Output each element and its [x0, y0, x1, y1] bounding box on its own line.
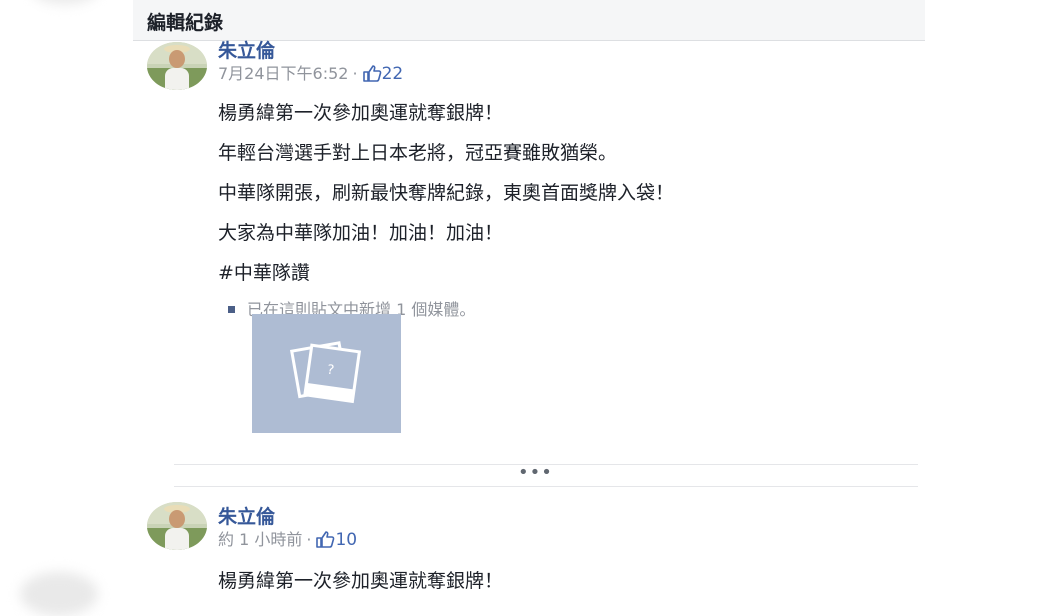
post-meta: 7月24日下午6:52 · 22 [218, 60, 403, 84]
thumbs-up-icon[interactable] [315, 530, 335, 548]
entry-divider [174, 486, 918, 487]
like-count[interactable]: 22 [382, 64, 404, 84]
post-text-line: 中華隊開張，刷新最快奪牌紀錄，東奧首面獎牌入袋！ [218, 182, 675, 204]
more-dots-icon[interactable]: ••• [518, 464, 552, 482]
thumbs-up-icon[interactable] [362, 64, 382, 82]
like-count[interactable]: 10 [335, 530, 357, 550]
bullet-icon [228, 306, 235, 313]
author-name[interactable]: 朱立倫 [218, 36, 275, 63]
post-text-line: 楊勇緯第一次參加奧運就奪銀牌！ [218, 102, 504, 124]
hashtag-link[interactable]: #中華隊讚 [218, 258, 310, 285]
post-text-line: 大家為中華隊加油！加油！加油！ [218, 222, 504, 244]
photo-placeholder-icon: ? [289, 341, 362, 404]
post-text-line: 楊勇緯第一次參加奧運就奪銀牌！ [218, 570, 504, 592]
author-name[interactable]: 朱立倫 [218, 502, 275, 529]
media-attachment[interactable]: ? [252, 314, 401, 433]
post-timestamp[interactable]: 7月24日下午6:52 [218, 64, 348, 83]
post-timestamp[interactable]: 約 1 小時前 [218, 530, 302, 549]
avatar[interactable] [147, 502, 207, 550]
blurred-background-shape [20, 572, 98, 616]
post-meta: 約 1 小時前 · 10 [218, 526, 357, 550]
dialog-header: 編輯紀錄 [133, 0, 925, 41]
meta-separator: · [306, 530, 312, 549]
dialog-title: 編輯紀錄 [147, 12, 224, 34]
blurred-background-shape [30, 0, 100, 4]
meta-separator: · [352, 64, 358, 83]
post-text-line: 年輕台灣選手對上日本老將，冠亞賽雖敗猶榮。 [218, 142, 618, 164]
avatar[interactable] [147, 42, 207, 90]
